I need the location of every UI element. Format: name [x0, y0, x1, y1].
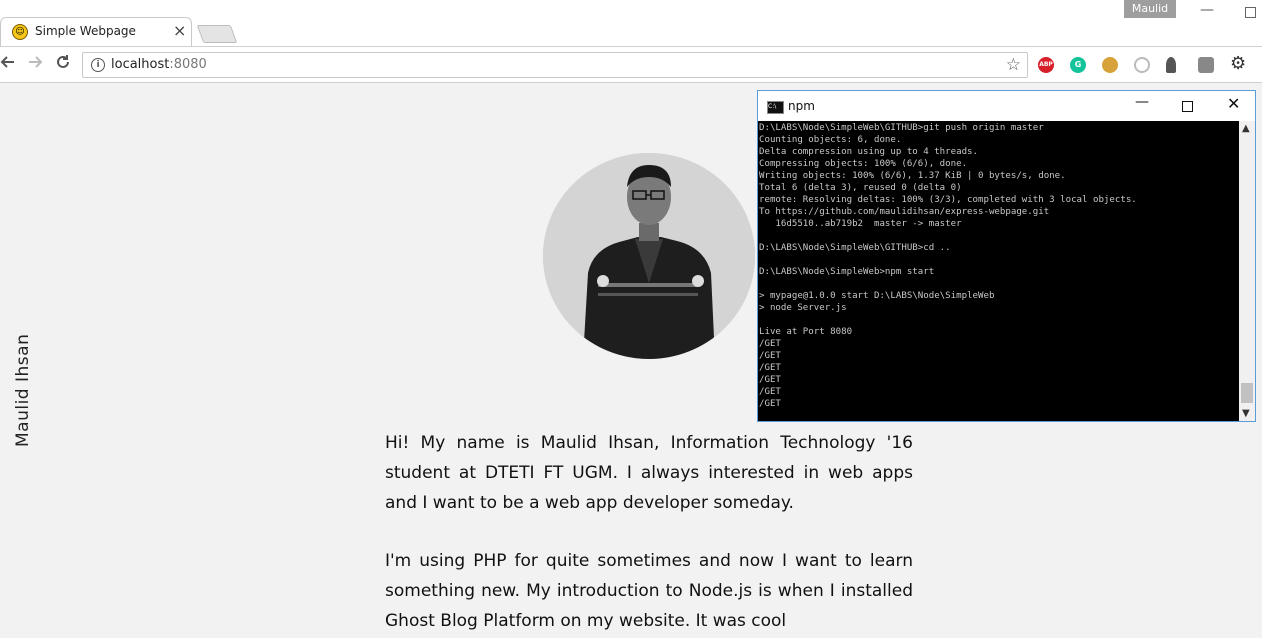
back-button[interactable] [0, 54, 16, 75]
console-maximize-button[interactable] [1182, 101, 1193, 112]
npm-console-window[interactable]: C:\ npm — ✕ D:\LABS\Node\SimpleWeb\GITHU… [757, 90, 1256, 422]
browser-toolbar: i localhost:8080 ☆ ABP G ⚙ [0, 46, 1262, 83]
console-output-area[interactable]: D:\LABS\Node\SimpleWeb\GITHUB>git push o… [758, 121, 1239, 421]
bulb-icon[interactable] [1166, 57, 1176, 73]
gear-icon[interactable]: ⚙ [1230, 52, 1246, 74]
intro-paragraph: Hi! My name is Maulid Ihsan, Information… [385, 433, 913, 513]
console-title: npm [788, 99, 815, 113]
profile-button[interactable]: Maulid [1124, 0, 1176, 18]
scroll-up-icon[interactable]: ▲ [1242, 123, 1250, 134]
console-output: D:\LABS\Node\SimpleWeb\GITHUB>git push o… [759, 123, 1137, 409]
new-tab-button[interactable] [196, 25, 238, 43]
bookmark-star-icon[interactable]: ☆ [1006, 55, 1021, 75]
reload-button[interactable] [55, 54, 71, 75]
console-close-button[interactable]: ✕ [1227, 94, 1240, 113]
tab-title: Simple Webpage [35, 24, 136, 38]
scroll-thumb[interactable] [1241, 383, 1253, 403]
arrow-right-icon [29, 56, 43, 68]
console-app-icon: C:\ [767, 101, 784, 114]
profile-photo [543, 153, 755, 359]
grammarly-icon[interactable]: G [1070, 57, 1086, 73]
browser-titlebar: ☺ Simple Webpage × Maulid — [0, 0, 1262, 46]
links-icon[interactable] [1134, 57, 1150, 73]
intro-paragraph-2: I'm using PHP for quite sometimes and no… [385, 551, 913, 631]
url-port: :8080 [169, 57, 207, 72]
smiley-favicon-icon: ☺ [12, 24, 28, 40]
adblock-plus-icon[interactable]: ABP [1038, 57, 1054, 73]
tab-close-icon[interactable]: × [173, 21, 186, 40]
cookie-icon[interactable] [1102, 57, 1118, 73]
reload-icon [57, 55, 69, 68]
console-scrollbar[interactable]: ▲ ▼ [1239, 121, 1255, 421]
console-minimize-button[interactable]: — [1135, 94, 1149, 110]
window-minimize-button[interactable]: — [1200, 2, 1214, 18]
url-host: localhost [111, 57, 170, 72]
window-maximize-button[interactable] [1245, 7, 1256, 18]
arrow-left-icon [0, 56, 14, 68]
scroll-down-icon[interactable]: ▼ [1242, 408, 1250, 419]
info-icon[interactable]: i [91, 58, 105, 72]
address-bar[interactable]: i localhost:8080 ☆ [82, 52, 1028, 78]
cube-icon[interactable] [1198, 57, 1214, 73]
forward-button[interactable] [27, 54, 43, 75]
url-text: localhost:8080 [111, 57, 207, 72]
browser-tab[interactable]: ☺ Simple Webpage × [0, 17, 192, 46]
vertical-site-name: Maulid Ihsan [13, 333, 33, 447]
